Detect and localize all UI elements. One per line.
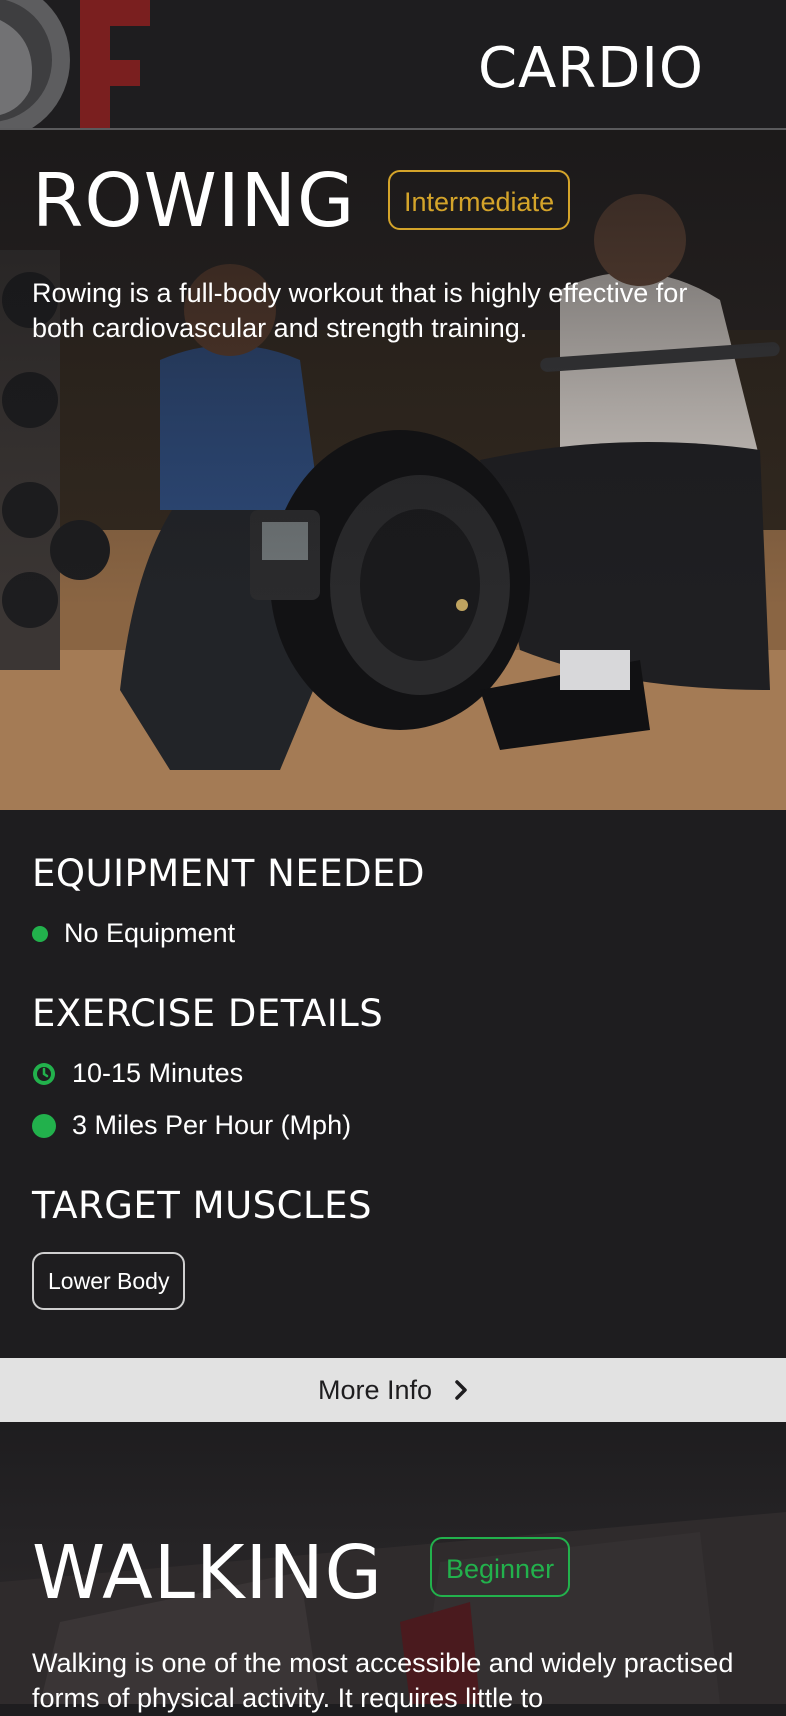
equipment-heading: EQUIPMENT NEEDED: [32, 852, 425, 895]
bullet-dot-icon: [32, 925, 48, 942]
level-badge: Intermediate: [388, 170, 571, 230]
dot-icon: [32, 1113, 56, 1138]
speed-label: 3 Miles Per Hour (Mph): [72, 1110, 352, 1140]
more-info-button[interactable]: More Info: [0, 1358, 786, 1422]
target-muscles-heading: TARGET MUSCLES: [32, 1184, 372, 1227]
detail-item: 3 Miles Per Hour (Mph): [32, 1110, 351, 1141]
detail-item: 10-15 Minutes: [32, 1058, 243, 1089]
more-info-label: More Info: [317, 1374, 433, 1405]
rowing-hero-image: ROWING Intermediate Rowing is a full-bod…: [0, 130, 786, 810]
muscle-chip: Lower Body: [32, 1252, 186, 1310]
app-header: CARDIO: [0, 0, 786, 130]
equipment-label: No Equipment: [64, 918, 236, 948]
brand-logo: [0, 0, 150, 128]
duration-label: 10-15 Minutes: [72, 1058, 244, 1088]
exercise-description: Walking is one of the most accessible an…: [32, 1648, 734, 1713]
clock-icon: [33, 1062, 55, 1085]
exercise-title: WALKING: [32, 1530, 384, 1616]
equipment-item: No Equipment: [32, 918, 235, 949]
level-badge: Beginner: [430, 1537, 571, 1597]
exercise-description: Rowing is a full-body workout that is hi…: [32, 278, 688, 343]
exercise-details-heading: EXERCISE DETAILS: [32, 992, 384, 1035]
exercise-title: ROWING: [32, 158, 356, 244]
chevron-right-icon: [455, 1380, 467, 1400]
page-title: CARDIO: [477, 36, 704, 101]
